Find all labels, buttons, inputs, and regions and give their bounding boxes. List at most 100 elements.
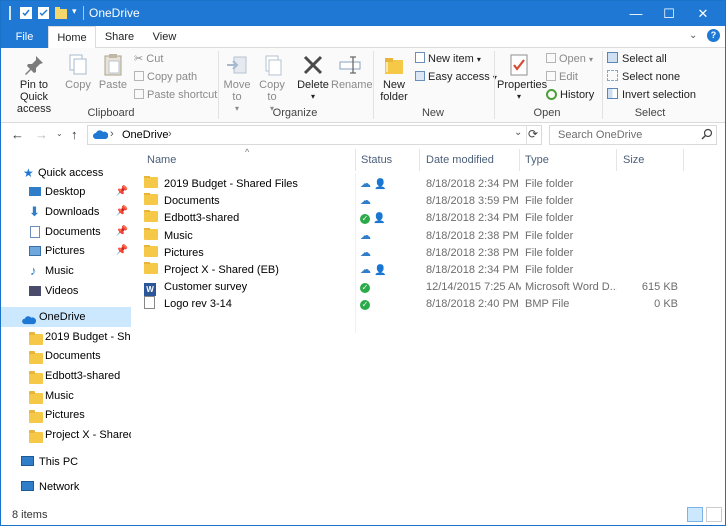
file-row[interactable]: 2019 Budget - Shared Files ☁ 👤 8/18/2018 2…: [144, 176, 724, 193]
search-icon[interactable]: [701, 128, 713, 143]
nav-quick-access[interactable]: ★ Quick access: [1, 163, 138, 183]
column-header-name[interactable]: Name: [147, 154, 176, 168]
select-none-button[interactable]: Select none: [607, 69, 680, 85]
file-row[interactable]: Documents ☁ 8/18/2018 3:59 PM File folder: [144, 193, 724, 210]
invert-selection-button[interactable]: Invert selection: [607, 87, 696, 103]
column-divider[interactable]: [355, 149, 356, 171]
file-row[interactable]: W Customer survey ✓ 12/14/2015 7:25 AM Micro…: [144, 279, 724, 297]
address-box[interactable]: › OneDrive › ⌄: [87, 125, 542, 145]
large-icons-view-icon[interactable]: [706, 507, 722, 522]
details-view-icon[interactable]: [687, 507, 703, 522]
up-arrow-icon[interactable]: ↑: [71, 127, 78, 142]
new-item-button[interactable]: New item ▾: [415, 51, 481, 67]
address-history-chevron-icon[interactable]: ⌄: [514, 127, 522, 138]
tab-share[interactable]: Share: [97, 26, 142, 48]
column-header-date[interactable]: Date modified: [426, 154, 494, 168]
breadcrumb-onedrive[interactable]: OneDrive: [122, 129, 168, 141]
cloud-status-icon: ☁: [360, 178, 371, 190]
navigation-pane: ★ Quick access Desktop 📌 ⬇ Downloads 📌 D…: [1, 147, 138, 504]
nav-music[interactable]: ♪ Music: [1, 261, 138, 281]
computer-icon: [21, 456, 34, 466]
nav-network-label: Network: [39, 481, 80, 493]
address-divider: [526, 126, 527, 144]
column-divider[interactable]: [616, 149, 617, 171]
file-row[interactable]: Pictures ☁ 8/18/2018 2:38 PM File folder: [144, 244, 724, 262]
file-row[interactable]: Logo rev 3-14 ✓ 8/18/2018 2:40 PM BMP File 0…: [144, 296, 724, 313]
folder-icon: [29, 351, 43, 366]
clipboard-group-label: Clipboard: [87, 107, 135, 119]
nav-onedrive-projectx[interactable]: Project X - Shared (EB): [1, 425, 131, 445]
nav-onedrive-documents[interactable]: Documents: [1, 346, 131, 366]
column-header-type[interactable]: Type: [525, 154, 549, 168]
breadcrumb-chevron-icon[interactable]: ›: [110, 128, 114, 140]
pin-quick-access-button[interactable]: Pin to Quick access: [5, 53, 63, 115]
move-to-button[interactable]: Move to ▾: [221, 53, 253, 115]
nav-onedrive-music-label: Music: [45, 390, 74, 402]
tab-file[interactable]: File: [1, 26, 48, 48]
back-arrow-icon[interactable]: ←: [11, 127, 24, 142]
column-header-status[interactable]: Status: [361, 154, 392, 168]
nav-desktop[interactable]: Desktop 📌: [1, 182, 138, 202]
refresh-icon[interactable]: ⟳: [528, 127, 538, 141]
select-all-button[interactable]: Select all: [607, 51, 667, 67]
new-folder-button[interactable]: New folder: [377, 53, 411, 103]
tab-view[interactable]: View: [142, 26, 187, 48]
file-row[interactable]: Project X - Shared (EB) ☁ 👤 8/18/2018 2:34…: [144, 262, 724, 279]
copy-path-button[interactable]: Copy path: [134, 69, 197, 85]
pin-icon[interactable]: 📌: [116, 241, 128, 261]
file-type: File folder: [525, 229, 574, 242]
column-header-size[interactable]: Size: [623, 154, 644, 168]
nav-documents[interactable]: Documents 📌: [1, 222, 138, 242]
copy-to-button[interactable]: Copy to ▾: [256, 53, 288, 115]
recent-locations-chevron-icon[interactable]: ⌄: [56, 129, 63, 138]
nav-network[interactable]: Network: [1, 477, 138, 497]
new-folder-qa-icon[interactable]: [54, 6, 68, 21]
nav-videos[interactable]: Videos: [1, 281, 138, 301]
tab-home[interactable]: Home: [48, 26, 96, 49]
breadcrumb-chevron-icon[interactable]: ›: [168, 128, 172, 140]
folder-icon: [29, 430, 43, 445]
column-divider[interactable]: [519, 149, 520, 171]
edit-button[interactable]: Edit: [546, 69, 578, 85]
pin-icon[interactable]: 📌: [116, 182, 128, 202]
properties-icon[interactable]: [37, 6, 50, 21]
copy-button[interactable]: Copy: [63, 53, 93, 91]
search-input[interactable]: Search OneDrive: [549, 125, 717, 145]
properties-label: Properties: [497, 79, 548, 91]
open-chevron-icon: ▾: [588, 55, 593, 64]
cloud-status-icon: ☁: [360, 246, 371, 259]
nav-onedrive[interactable]: OneDrive: [1, 307, 131, 327]
open-button[interactable]: Open ▾: [546, 51, 593, 67]
history-button[interactable]: History: [546, 87, 594, 103]
file-row[interactable]: Edbott3-shared ✓ 👤 8/18/2018 2:34 PM File f…: [144, 210, 724, 227]
nav-onedrive-pictures[interactable]: Pictures: [1, 405, 131, 425]
nav-onedrive-budget[interactable]: 2019 Budget - Shared Files: [1, 327, 131, 347]
rename-button[interactable]: Rename: [331, 53, 373, 91]
delete-button[interactable]: Delete ▾: [296, 53, 330, 103]
pin-icon[interactable]: 📌: [116, 202, 128, 222]
close-button[interactable]: ✕: [680, 1, 725, 26]
paste-button[interactable]: Paste: [97, 53, 129, 91]
nav-onedrive-edbott3[interactable]: Edbott3-shared: [1, 366, 131, 386]
delete-chevron-icon: ▾: [310, 92, 315, 101]
pin-icon[interactable]: 📌: [116, 222, 128, 242]
paste-shortcut-button[interactable]: Paste shortcut: [134, 87, 217, 103]
network-icon: [21, 481, 34, 491]
easy-access-button[interactable]: Easy access ▾: [415, 69, 497, 85]
nav-onedrive-music[interactable]: Music: [1, 386, 131, 406]
folder-icon: [144, 227, 158, 240]
properties-button[interactable]: Properties ▾: [497, 53, 548, 103]
download-arrow-icon: ⬇: [29, 204, 40, 219]
cut-button[interactable]: ✂ Cut: [134, 51, 163, 67]
nav-this-pc[interactable]: This PC: [1, 452, 138, 472]
nav-pictures[interactable]: Pictures 📌: [1, 241, 138, 261]
file-row[interactable]: Music ☁ 8/18/2018 2:38 PM File folder: [144, 227, 724, 245]
forward-arrow-icon[interactable]: →: [35, 127, 48, 142]
expand-ribbon-chevron-icon[interactable]: ⌄: [689, 30, 697, 41]
customize-qa-chevron-icon[interactable]: ▾: [72, 6, 77, 21]
column-divider[interactable]: [683, 149, 684, 171]
help-icon[interactable]: ?: [707, 29, 720, 42]
nav-downloads[interactable]: ⬇ Downloads 📌: [1, 202, 138, 222]
window-title: OneDrive: [89, 6, 140, 20]
column-divider[interactable]: [419, 149, 420, 171]
